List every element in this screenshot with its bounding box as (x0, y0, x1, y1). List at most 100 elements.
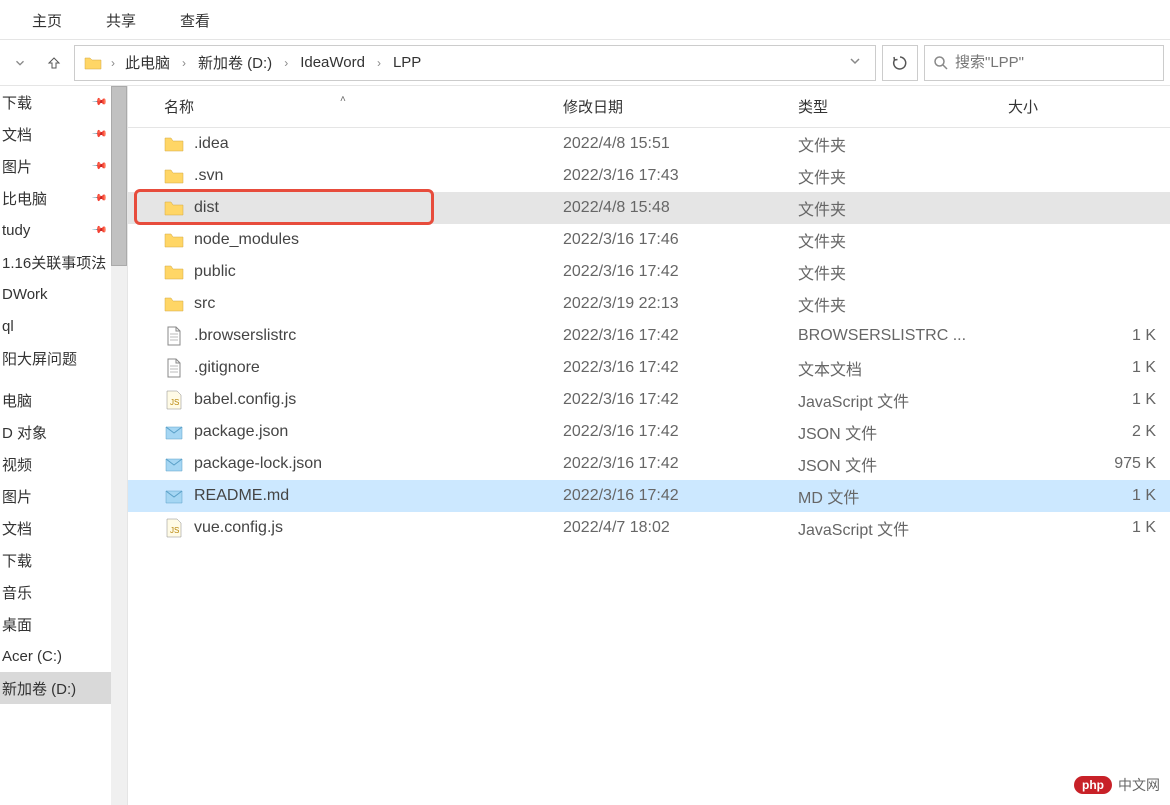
search-box[interactable] (924, 45, 1164, 81)
file-row[interactable]: package.json2022/3/16 17:42JSON 文件2 K (128, 416, 1170, 448)
file-name-cell: JS vue.config.js (128, 518, 563, 538)
up-button[interactable] (40, 49, 68, 77)
file-date: 2022/3/16 17:46 (563, 231, 798, 249)
sidebar-item[interactable]: 文档📌 (0, 118, 127, 150)
file-list[interactable]: .idea2022/4/8 15:51文件夹.svn2022/3/16 17:4… (128, 128, 1170, 805)
file-row[interactable]: README.md2022/3/16 17:42MD 文件1 K (128, 480, 1170, 512)
file-row[interactable]: .svn2022/3/16 17:43文件夹 (128, 160, 1170, 192)
file-type: JSON 文件 (798, 452, 1008, 476)
sidebar-item[interactable]: DWork (0, 278, 127, 310)
file-date: 2022/4/8 15:51 (563, 135, 798, 153)
address-dropdown[interactable] (843, 54, 867, 72)
sidebar-item[interactable]: 下载📌 (0, 86, 127, 118)
file-row[interactable]: node_modules 2022/3/16 17:46文件夹 (128, 224, 1170, 256)
sidebar-item[interactable]: 桌面 (0, 608, 127, 640)
folder-icon (83, 53, 103, 73)
tab-share[interactable]: 共享 (84, 2, 158, 39)
column-name-header[interactable]: 名称 ˄ (128, 96, 563, 117)
file-type: JSON 文件 (798, 420, 1008, 444)
file-type: 文件夹 (798, 164, 1008, 188)
sidebar-item[interactable]: 阳大屏问题 (0, 342, 127, 374)
sidebar-item[interactable]: 电脑 (0, 384, 127, 416)
pin-icon: 📌 (90, 222, 107, 239)
watermark: php 中文网 (1074, 775, 1160, 795)
file-type: 文件夹 (798, 196, 1008, 220)
column-date-header[interactable]: 修改日期 (563, 96, 798, 117)
sidebar-item[interactable]: 下载 (0, 544, 127, 576)
file-date: 2022/3/16 17:43 (563, 167, 798, 185)
file-row[interactable]: src2022/3/19 22:13文件夹 (128, 288, 1170, 320)
sidebar-item[interactable]: 新加卷 (D:) (0, 672, 127, 704)
file-name: package-lock.json (194, 455, 322, 473)
sidebar-item[interactable]: 文档 (0, 512, 127, 544)
ribbon-tabs: 主页 共享 查看 (0, 0, 1170, 40)
file-row[interactable]: public2022/3/16 17:42文件夹 (128, 256, 1170, 288)
crumb-ideaword[interactable]: IdeaWord (294, 50, 371, 75)
file-name: .idea (194, 135, 229, 153)
file-date: 2022/3/16 17:42 (563, 487, 798, 505)
sidebar-item[interactable]: tudy📌 (0, 214, 127, 246)
sidebar-item[interactable]: 图片📌 (0, 150, 127, 182)
file-name: node_modules (194, 231, 299, 249)
tab-view[interactable]: 查看 (158, 2, 232, 39)
sidebar-item[interactable]: 比电脑📌 (0, 182, 127, 214)
folder-icon (164, 294, 184, 314)
tab-home[interactable]: 主页 (10, 2, 84, 39)
sidebar-item[interactable]: 视频 (0, 448, 127, 480)
pin-icon: 📌 (90, 190, 107, 207)
navigation-bar: › 此电脑 › 新加卷 (D:) › IdeaWord › LPP (0, 40, 1170, 86)
file-date: 2022/3/16 17:42 (563, 391, 798, 409)
file-name: public (194, 263, 236, 281)
pin-icon: 📌 (90, 126, 107, 143)
file-row[interactable]: JSvue.config.js2022/4/7 18:02JavaScript … (128, 512, 1170, 544)
file-name-cell: node_modules (128, 230, 563, 250)
file-name: package.json (194, 423, 288, 441)
file-type: JavaScript 文件 (798, 516, 1008, 540)
sidebar-scrollbar[interactable] (111, 86, 127, 805)
column-type-header[interactable]: 类型 (798, 96, 1008, 117)
file-name: .browserslistrc (194, 327, 296, 345)
file-size: 975 K (1008, 455, 1170, 473)
sidebar-item[interactable]: 1.16关联事项法 (0, 246, 127, 278)
search-icon (933, 55, 949, 71)
file-list-area: 名称 ˄ 修改日期 类型 大小 .idea2022/4/8 15:51文件夹.s… (128, 86, 1170, 805)
back-button[interactable] (6, 49, 34, 77)
file-type: BROWSERSLISTRC ... (798, 327, 1008, 345)
file-name: vue.config.js (194, 519, 283, 537)
svg-text:JS: JS (170, 398, 179, 407)
navigation-pane[interactable]: 下载📌文档📌图片📌比电脑📌tudy📌1.16关联事项法DWorkql阳大屏问题电… (0, 86, 128, 805)
file-date: 2022/3/19 22:13 (563, 295, 798, 313)
file-row[interactable]: JSbabel.config.js2022/3/16 17:42JavaScri… (128, 384, 1170, 416)
file-size: 2 K (1008, 423, 1170, 441)
file-name: .gitignore (194, 359, 260, 377)
chevron-right-icon: › (107, 56, 119, 70)
file-row[interactable]: .gitignore2022/3/16 17:42文本文档1 K (128, 352, 1170, 384)
svg-text:JS: JS (170, 526, 179, 535)
crumb-drive-d[interactable]: 新加卷 (D:) (192, 48, 278, 77)
file-name-cell: README.md (128, 486, 563, 506)
file-row[interactable]: package-lock.json 2022/3/16 17:42JSON 文件9… (128, 448, 1170, 480)
jsonfile-icon (164, 486, 184, 506)
sidebar-item[interactable]: 图片 (0, 480, 127, 512)
file-type: 文件夹 (798, 228, 1008, 252)
crumb-this-pc[interactable]: 此电脑 (119, 48, 176, 77)
file-date: 2022/3/16 17:42 (563, 455, 798, 473)
crumb-lpp[interactable]: LPP (387, 50, 427, 75)
file-row[interactable]: .browserslistrc2022/3/16 17:42BROWSERSLI… (128, 320, 1170, 352)
file-name-cell: package-lock.json (128, 454, 563, 474)
file-row[interactable]: .idea2022/4/8 15:51文件夹 (128, 128, 1170, 160)
address-bar[interactable]: › 此电脑 › 新加卷 (D:) › IdeaWord › LPP (74, 45, 876, 81)
chevron-right-icon: › (178, 56, 190, 70)
scrollbar-thumb[interactable] (111, 86, 127, 266)
sidebar-item[interactable]: ql (0, 310, 127, 342)
sidebar-item[interactable]: 音乐 (0, 576, 127, 608)
jsonfile-icon (164, 422, 184, 442)
chevron-right-icon: › (373, 56, 385, 70)
column-size-header[interactable]: 大小 (1008, 96, 1170, 117)
refresh-button[interactable] (882, 45, 918, 81)
sidebar-item[interactable]: D 对象 (0, 416, 127, 448)
sidebar-item[interactable]: Acer (C:) (0, 640, 127, 672)
columns-header: 名称 ˄ 修改日期 类型 大小 (128, 86, 1170, 128)
search-input[interactable] (955, 54, 1155, 71)
file-row[interactable]: dist2022/4/8 15:48文件夹 (128, 192, 1170, 224)
